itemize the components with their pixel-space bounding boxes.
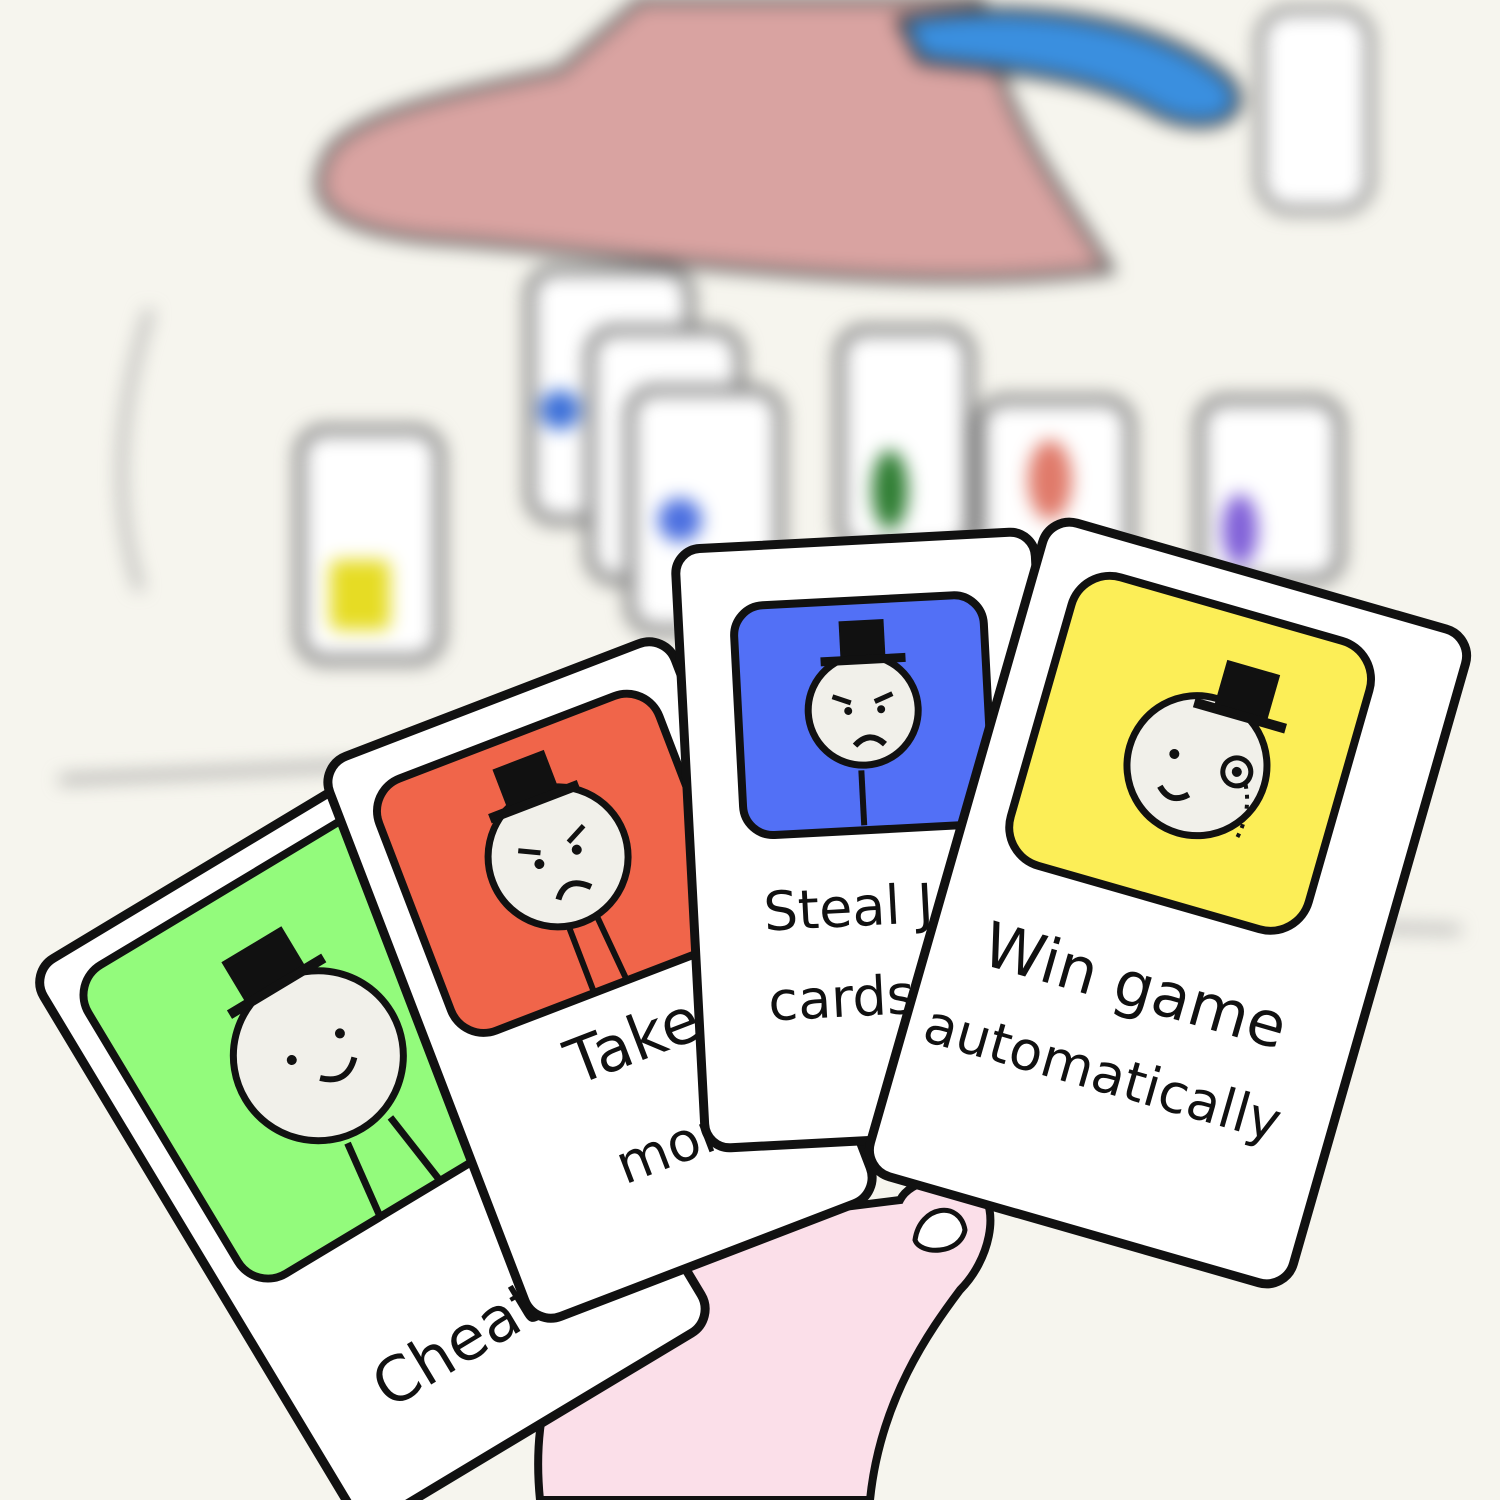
comic-scene: Cheat Take money <box>35 0 1472 1500</box>
table-card-purple <box>1195 395 1345 585</box>
opponent-hand <box>1256 6 1374 214</box>
table-green-leaf <box>872 450 908 530</box>
card-steal-cards-line2: cards <box>767 963 917 1034</box>
table-blue-dot <box>540 390 580 430</box>
table-card-yellow-swatch <box>330 560 390 630</box>
table-curve-left <box>118 309 153 591</box>
table-purple-leaf <box>1222 494 1258 566</box>
table-blue-dot-2 <box>658 498 702 542</box>
table-red-leaf <box>1028 440 1072 520</box>
table-card-green <box>835 325 975 555</box>
